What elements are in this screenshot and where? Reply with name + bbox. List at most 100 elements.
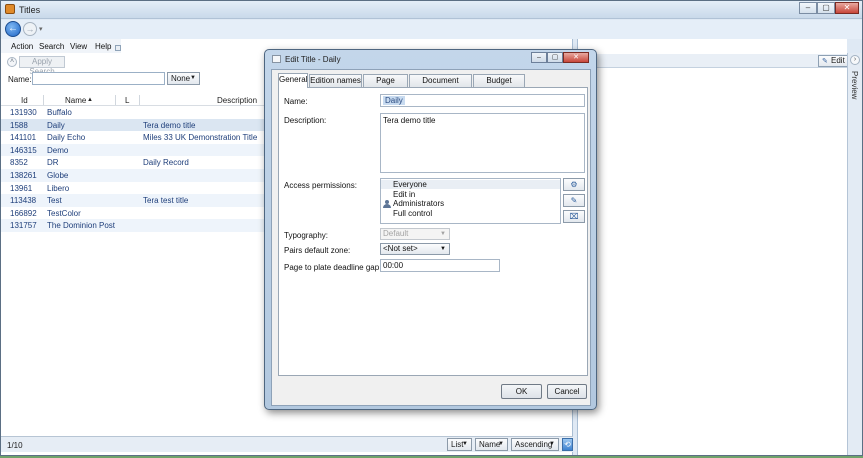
column-header-description[interactable]: Description (217, 96, 257, 105)
dialog-icon (272, 55, 281, 63)
cell-id: 131930 (10, 108, 37, 117)
column-divider (43, 95, 44, 105)
cell-name: Test (47, 196, 62, 206)
chevron-down-icon[interactable]: ▾ (39, 25, 43, 33)
name-filter-label: Name: (8, 75, 32, 84)
chevron-down-icon: ▼ (190, 75, 196, 81)
name-label: Name: (284, 97, 308, 106)
view-mode-select[interactable]: List ▼ (447, 438, 472, 451)
cell-id: 141101 (10, 133, 37, 143)
column-divider (139, 95, 140, 105)
name-field-value: Daily (383, 96, 405, 105)
cell-name: DR (47, 158, 59, 168)
dialog-maximize-button[interactable]: ▢ (547, 52, 563, 63)
ok-button[interactable]: OK (501, 384, 542, 399)
cancel-button[interactable]: Cancel (547, 384, 587, 399)
cell-name: Demo (47, 145, 69, 155)
deadline-gap-label: Page to plate deadline gap: (284, 263, 382, 272)
pairs-default-zone-value: <Not set> (383, 244, 418, 253)
sort-field-select[interactable]: Name ▼ (475, 438, 508, 451)
cell-name: The Dominion Post (47, 221, 116, 231)
detail-toolbar: ✎ Edit (578, 54, 848, 68)
apply-search-button[interactable]: Apply Search (19, 56, 65, 76)
permission-group[interactable]: Administrators (393, 199, 444, 208)
cell-id: 166892 (10, 208, 37, 218)
name-filter-input[interactable] (32, 72, 165, 85)
match-mode-select[interactable]: None ▼ (167, 72, 200, 85)
navigation-bar: ← → ▾ (1, 20, 862, 39)
chevron-right-icon[interactable]: › (850, 55, 860, 65)
name-field[interactable]: Daily (380, 94, 585, 107)
cell-name: Daily Echo (47, 133, 86, 143)
cell-id: 113438 (10, 196, 37, 206)
permission-right: Full control (393, 209, 433, 218)
preview-tab[interactable]: Preview (850, 71, 859, 99)
close-button[interactable]: ✕ (835, 2, 859, 14)
menu-grip-icon (115, 45, 121, 51)
collapse-icon[interactable]: ˄ (7, 57, 17, 67)
cell-description: Daily Record (143, 158, 189, 168)
dialog-close-button[interactable]: ✕ (563, 52, 589, 63)
menu-bar: Action Search View Help (1, 39, 121, 53)
refresh-icon[interactable]: ⟲ (562, 438, 573, 451)
match-mode-value: None (171, 74, 191, 83)
dialog-body: General Edition names Page names Documen… (271, 69, 591, 406)
chevron-down-icon: ▼ (440, 231, 446, 237)
sort-order-select[interactable]: Ascending ▼ (511, 438, 559, 451)
chevron-down-icon: ▼ (498, 441, 504, 447)
cell-id: 8352 (10, 158, 28, 168)
forward-button[interactable]: → (23, 22, 37, 36)
typography-select[interactable]: Default ▼ (380, 228, 450, 240)
pairs-default-zone-select[interactable]: <Not set> ▼ (380, 243, 450, 255)
access-permissions-label: Access permissions: (284, 181, 357, 190)
tab-page-names[interactable]: Page names (363, 74, 408, 97)
sort-order-value: Ascending (515, 440, 553, 449)
column-header-l[interactable]: L (125, 96, 129, 105)
column-header-id[interactable]: Id (21, 96, 28, 105)
menu-help[interactable]: Help (95, 42, 111, 51)
tab-document-names[interactable]: Document names (409, 74, 472, 97)
edit-permission-icon[interactable]: ✎ (563, 194, 585, 207)
chevron-down-icon: ▼ (549, 441, 555, 447)
minimize-button[interactable]: – (799, 2, 817, 14)
menu-action[interactable]: Action (11, 42, 33, 51)
maximize-button[interactable]: ▢ (817, 2, 835, 14)
tab-edition-names[interactable]: Edition names (309, 74, 362, 87)
permissions-list[interactable]: Everyone Edit in Administrators Full con… (380, 178, 561, 224)
description-field[interactable]: Tera demo title (380, 113, 585, 173)
description-label: Description: (284, 116, 327, 125)
remove-permission-icon[interactable]: ⌧ (563, 210, 585, 223)
title-bar: Titles – ▢ ✕ (1, 1, 862, 19)
cell-id: 1588 (10, 120, 28, 130)
back-button[interactable]: ← (5, 21, 21, 37)
edit-label: Edit (831, 56, 845, 65)
menu-search[interactable]: Search (39, 42, 64, 51)
cell-description: Tera test title (143, 196, 189, 206)
tab-general[interactable]: General (278, 73, 308, 88)
column-divider (115, 95, 116, 105)
edit-button[interactable]: ✎ Edit (818, 55, 848, 67)
column-header-name[interactable]: Name (65, 96, 86, 105)
cell-id: 131757 (10, 221, 37, 231)
detail-pane: ✎ Edit (577, 39, 848, 455)
status-bar: 1/10 List ▼ Name ▼ Ascending ▼ ⟲ (1, 436, 573, 452)
dialog-minimize-button[interactable]: – (531, 52, 547, 63)
menu-view[interactable]: View (70, 42, 87, 51)
cell-id: 146315 (10, 145, 37, 155)
tab-budget-names[interactable]: Budget names (473, 74, 525, 97)
dialog-title: Edit Title - Daily (285, 55, 341, 64)
cell-name: TestColor (47, 208, 81, 218)
permission-group[interactable]: Everyone (381, 180, 560, 189)
permission-right: Edit in (393, 190, 416, 199)
add-permission-icon[interactable]: ⚙ (563, 178, 585, 191)
chevron-down-icon: ▼ (462, 441, 468, 447)
cell-name: Buffalo (47, 108, 72, 117)
general-tab-panel: Name: Daily Description: Tera demo title… (278, 87, 588, 376)
typography-label: Typography: (284, 231, 329, 240)
cell-id: 13961 (10, 183, 33, 193)
window-title: Titles (19, 5, 41, 15)
deadline-gap-field[interactable]: 00:00 (380, 259, 500, 272)
cell-description: Miles 33 UK Demonstration Title (143, 133, 258, 143)
pairs-default-zone-label: Pairs default zone: (284, 246, 351, 255)
user-group-icon (383, 200, 392, 208)
